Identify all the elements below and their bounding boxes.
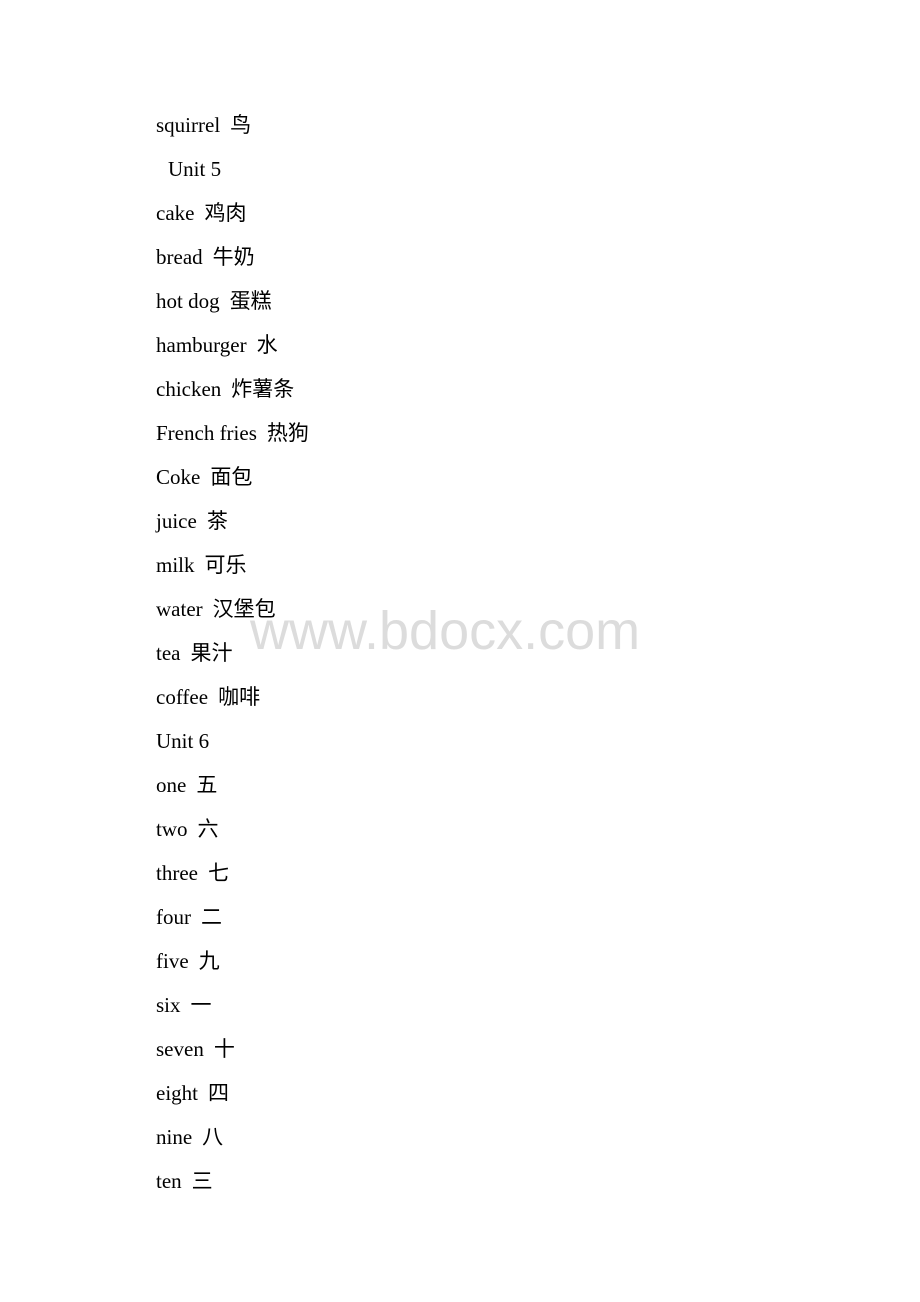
english-word: cake xyxy=(156,201,195,225)
chinese-word: 八 xyxy=(202,1125,224,1149)
english-word: milk xyxy=(156,553,195,577)
chinese-word: 面包 xyxy=(210,465,253,489)
vocab-line: Coke 面包 xyxy=(156,462,309,506)
chinese-word: 汉堡包 xyxy=(212,597,276,621)
vocab-line: cake 鸡肉 xyxy=(156,198,309,242)
unit-title: Unit 6 xyxy=(156,729,210,753)
english-word: nine xyxy=(156,1125,193,1149)
chinese-word: 牛奶 xyxy=(212,245,255,269)
chinese-word: 五 xyxy=(196,773,218,797)
english-word: seven xyxy=(156,1037,204,1061)
vocab-line: eight 四 xyxy=(156,1078,309,1122)
chinese-word: 鸡肉 xyxy=(204,201,247,225)
vocab-line: six 一 xyxy=(156,990,309,1034)
chinese-word: 热狗 xyxy=(266,421,309,445)
english-word: eight xyxy=(156,1081,198,1105)
english-word: coffee xyxy=(156,685,209,709)
vocab-line: two 六 xyxy=(156,814,309,858)
chinese-word: 三 xyxy=(191,1169,213,1193)
vocabulary-list: squirrel 鸟 Unit 5 cake 鸡肉 bread 牛奶 hot dog 蛋… xyxy=(156,110,309,1210)
chinese-word: 炸薯条 xyxy=(231,377,295,401)
vocab-line: nine 八 xyxy=(156,1122,309,1166)
vocab-line: hot dog 蛋糕 xyxy=(156,286,309,330)
document-page: squirrel 鸟 Unit 5 cake 鸡肉 bread 牛奶 hot dog 蛋… xyxy=(0,0,920,1302)
vocab-line: five 九 xyxy=(156,946,309,990)
chinese-word: 蛋糕 xyxy=(229,289,272,313)
english-word: ten xyxy=(156,1169,182,1193)
english-word: two xyxy=(156,817,188,841)
english-word: Coke xyxy=(156,465,201,489)
english-word: bread xyxy=(156,245,203,269)
vocab-line: ten 三 xyxy=(156,1166,309,1210)
vocab-line: water 汉堡包 xyxy=(156,594,309,638)
chinese-word: 鸟 xyxy=(230,113,252,137)
vocab-line: French fries 热狗 xyxy=(156,418,309,462)
vocab-line: tea 果汁 xyxy=(156,638,309,682)
chinese-word: 果汁 xyxy=(190,641,233,665)
chinese-word: 咖啡 xyxy=(218,685,261,709)
chinese-word: 六 xyxy=(197,817,219,841)
english-word: one xyxy=(156,773,187,797)
chinese-word: 二 xyxy=(201,905,222,929)
english-word: juice xyxy=(156,509,197,533)
vocab-line: seven 十 xyxy=(156,1034,309,1078)
vocab-line: chicken 炸薯条 xyxy=(156,374,309,418)
vocab-line: squirrel 鸟 xyxy=(156,110,309,154)
english-word: squirrel xyxy=(156,113,221,137)
vocab-line: coffee 咖啡 xyxy=(156,682,309,726)
vocab-line: three 七 xyxy=(156,858,309,902)
chinese-word: 九 xyxy=(198,949,220,973)
chinese-word: 茶 xyxy=(206,509,228,533)
english-word: French fries xyxy=(156,421,257,445)
unit-heading: Unit 5 xyxy=(156,154,309,198)
vocab-line: hamburger 水 xyxy=(156,330,309,374)
english-word: three xyxy=(156,861,198,885)
chinese-word: 十 xyxy=(213,1037,235,1061)
english-word: four xyxy=(156,905,191,929)
vocab-line: four 二 xyxy=(156,902,309,946)
english-word: six xyxy=(156,993,181,1017)
vocab-line: milk 可乐 xyxy=(156,550,309,594)
vocab-line: juice 茶 xyxy=(156,506,309,550)
unit-title: Unit 5 xyxy=(168,157,222,181)
english-word: five xyxy=(156,949,189,973)
chinese-word: 七 xyxy=(207,861,229,885)
vocab-line: bread 牛奶 xyxy=(156,242,309,286)
unit-heading: Unit 6 xyxy=(156,726,309,770)
chinese-word: 四 xyxy=(208,1081,229,1105)
english-word: water xyxy=(156,597,203,621)
chinese-word: 一 xyxy=(190,993,212,1017)
english-word: tea xyxy=(156,641,181,665)
english-word: hamburger xyxy=(156,333,247,357)
vocab-line: one 五 xyxy=(156,770,309,814)
english-word: hot dog xyxy=(156,289,220,313)
chinese-word: 可乐 xyxy=(204,553,247,577)
english-word: chicken xyxy=(156,377,222,401)
chinese-word: 水 xyxy=(256,333,278,357)
